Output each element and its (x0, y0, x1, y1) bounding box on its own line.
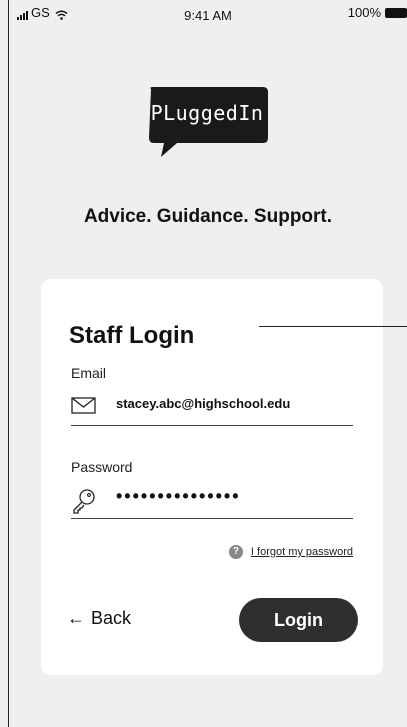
tagline: Advice. Guidance. Support. (83, 206, 333, 227)
status-bar: GS 9:41 AM 100% (9, 0, 407, 26)
back-button[interactable]: ← Back (67, 608, 131, 629)
page-title: Staff Login (69, 322, 195, 349)
annotation-connector-line (259, 326, 407, 327)
status-right: 100% (348, 5, 407, 20)
email-field[interactable]: stacey.abc@highschool.edu (71, 391, 353, 426)
password-label: Password (71, 459, 133, 475)
battery-percent: 100% (347, 5, 381, 20)
login-button[interactable]: Login (239, 598, 358, 642)
logo-text: PLuggedIn (150, 101, 264, 125)
brand-logo: PLuggedIn (147, 86, 271, 160)
back-arrow-icon: ← (67, 608, 85, 628)
password-value: ••••••••••••••• (116, 486, 241, 506)
envelope-icon (71, 397, 96, 414)
password-field[interactable]: ••••••••••••••• (71, 484, 353, 519)
login-card: Staff Login Email stacey.abc@highschool.… (41, 279, 383, 675)
forgot-password-link[interactable]: I forgot my password (251, 546, 353, 558)
help-icon: ? (228, 545, 243, 559)
battery-icon (385, 7, 407, 18)
email-value: stacey.abc@highschool.edu (116, 396, 291, 411)
back-label: Back (91, 608, 132, 628)
forgot-password: ? I forgot my password (228, 545, 353, 559)
phone-screen: GS 9:41 AM 100% PLuggedIn Advice. Guidan… (8, 0, 407, 727)
email-label: Email (71, 365, 107, 381)
key-icon (73, 489, 95, 514)
